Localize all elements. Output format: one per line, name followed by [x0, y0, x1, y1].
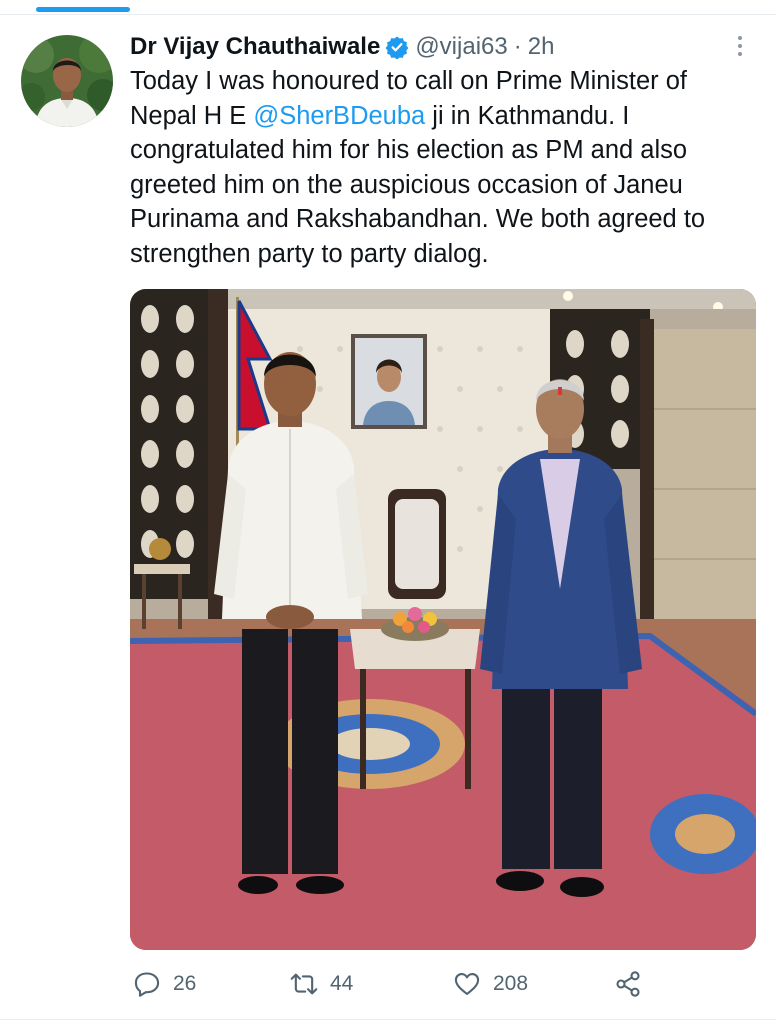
bottom-divider — [0, 1019, 776, 1020]
tweet-media-photo[interactable] — [130, 289, 756, 950]
tweet-page: Dr Vijay Chauthaiwale @vijai63 · 2h Toda… — [0, 0, 776, 1024]
timestamp[interactable]: 2h — [528, 33, 555, 61]
top-divider — [0, 14, 776, 15]
retweet-count: 44 — [330, 972, 354, 995]
tweet-actions: 26 44 208 — [130, 963, 756, 1005]
like-count: 208 — [493, 972, 529, 995]
like-button[interactable]: 208 — [453, 963, 528, 1005]
tab-indicator — [36, 7, 130, 12]
share-button[interactable] — [614, 963, 642, 1005]
heart-icon — [454, 973, 480, 995]
tweet-text: Today I was honoured to call on Prime Mi… — [130, 64, 755, 272]
separator-dot: · — [513, 33, 522, 60]
verified-badge-icon — [385, 35, 409, 60]
avatar[interactable] — [21, 35, 113, 127]
retweet-button[interactable]: 44 — [290, 963, 353, 1005]
reply-button[interactable]: 26 — [133, 963, 196, 1005]
meeting-photo — [130, 289, 756, 950]
reply-icon — [134, 972, 160, 997]
mention-link[interactable]: @SherBDeuba — [253, 102, 425, 130]
tweet-header: Dr Vijay Chauthaiwale @vijai63 · 2h — [130, 30, 554, 64]
author-display-name[interactable]: Dr Vijay Chauthaiwale — [130, 33, 380, 61]
more-vertical-icon[interactable] — [730, 34, 750, 58]
avatar-photo — [21, 35, 113, 127]
retweet-icon — [290, 973, 318, 995]
share-icon — [616, 971, 640, 997]
reply-count: 26 — [173, 972, 197, 995]
author-handle[interactable]: @vijai63 — [415, 33, 507, 61]
